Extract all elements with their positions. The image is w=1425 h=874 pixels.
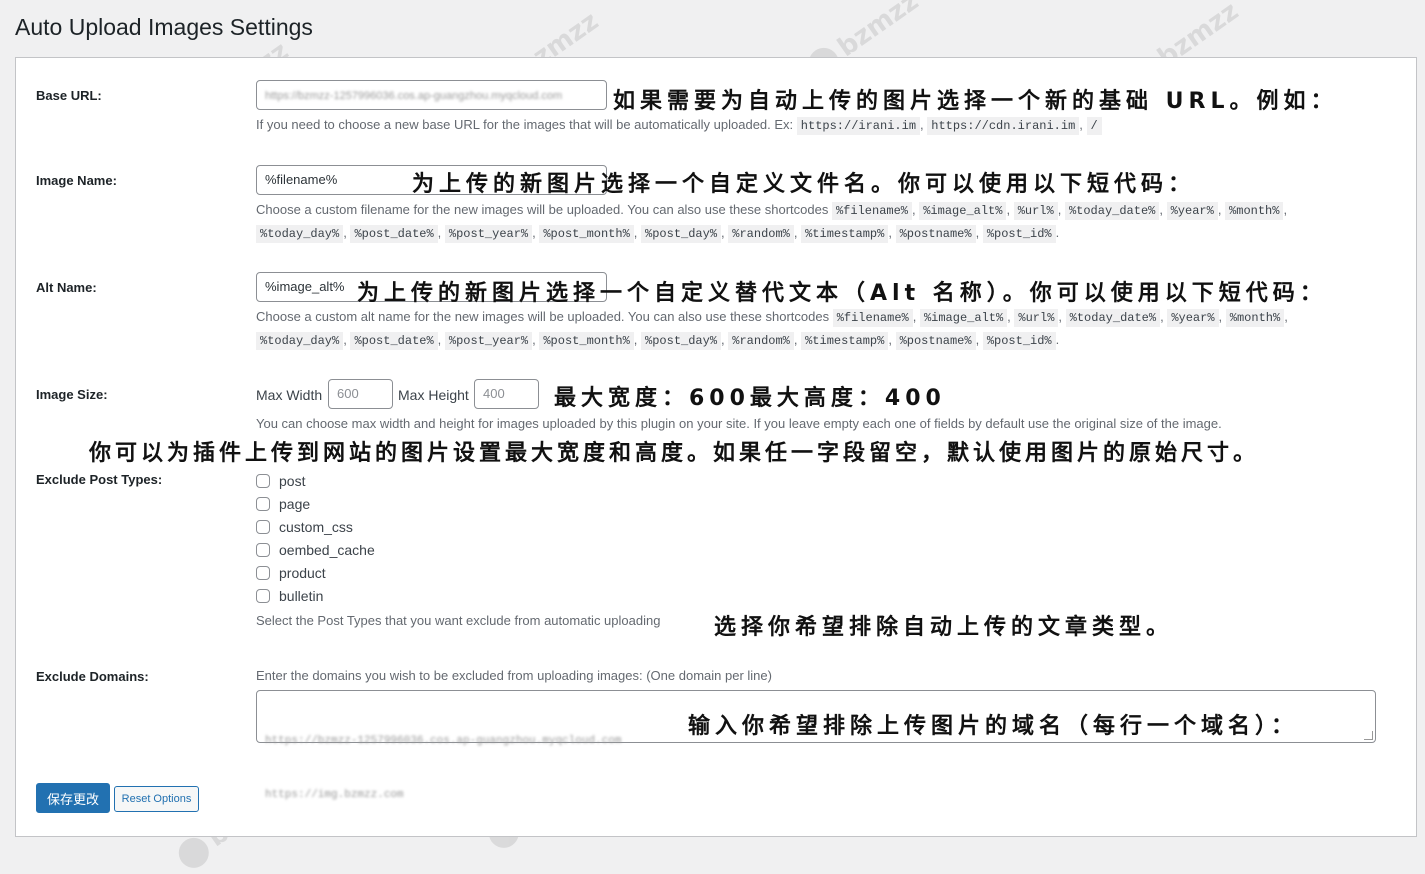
shortcode-code: %random% [728,332,794,350]
shortcode-code: %post_day% [641,225,722,243]
post-type-option[interactable]: product [256,563,326,583]
max-height-label: Max Height [398,387,469,403]
post-type-option[interactable]: bulletin [256,586,323,606]
max-height-input[interactable]: 400 [474,379,539,409]
shortcode-code: %post_id% [982,332,1056,350]
example-code: https://irani.im [796,117,921,135]
shortcode-code: %today_date% [1065,309,1161,327]
page-title: Auto Upload Images Settings [15,14,313,40]
image-name-label: Image Name: [36,173,117,188]
post-type-checkbox[interactable] [256,497,270,511]
shortcode-code: %image_alt% [919,309,1008,327]
post-type-label: product [279,565,326,581]
shortcode-code: %today_date% [1064,202,1160,220]
max-width-label: Max Width [256,387,323,403]
exclude-post-types-description: Select the Post Types that you want excl… [256,613,661,628]
post-type-label: custom_css [279,519,353,535]
image-size-description: You can choose max width and height for … [256,416,1222,431]
exclude-domains-description: Enter the domains you wish to be exclude… [256,668,772,683]
shortcode-code: %post_month% [539,332,634,350]
shortcode-code: %post_date% [350,225,438,243]
post-type-label: post [279,473,306,489]
image-size-label: Image Size: [36,387,108,402]
example-code: https://cdn.irani.im [927,117,1080,135]
post-type-checkbox[interactable] [256,566,270,580]
shortcode-code: %postname% [895,332,976,350]
shortcode-code: %year% [1167,309,1219,327]
exclude-post-types-label: Exclude Post Types: [36,472,163,487]
shortcode-code: %post_date% [350,332,438,350]
post-type-checkbox[interactable] [256,543,270,557]
reset-options-button[interactable]: Reset Options [114,786,199,812]
alt-name-description-text: Choose a custom alt name for the new ima… [256,309,830,324]
base-url-description: If you need to choose a new base URL for… [256,114,1102,137]
domain-line: https://img.bzmzz.com [265,789,404,801]
shortcode-code: %post_id% [982,225,1056,243]
post-type-option[interactable]: page [256,494,310,514]
resize-grip[interactable] [1364,731,1373,740]
base-url-input[interactable]: https://bzmzz-1257996036.cos.ap-guangzho… [256,80,607,110]
max-width-placeholder: 600 [337,386,359,401]
shortcode-code: %post_year% [444,332,533,350]
post-type-label: bulletin [279,588,324,604]
shortcode-code: %url% [1014,309,1059,327]
shortcode-code: %timestamp% [801,225,889,243]
base-url-label: Base URL: [36,88,102,103]
exclude-domains-label: Exclude Domains: [36,669,149,684]
watermark-logo-icon [172,831,215,874]
alt-name-annotation: 为上传的新图片选择一个自定义替代文本（Alt 名称）。你可以使用以下短代码： [357,281,1327,306]
exclude-domains-annotation: 输入你希望排除上传图片的域名（每行一个域名）： [688,714,1299,739]
shortcode-code: %random% [728,225,794,243]
shortcode-code: %post_year% [444,225,533,243]
alt-name-value: %image_alt% [265,279,345,294]
shortcode-code: %url% [1013,202,1058,220]
alt-name-description: Choose a custom alt name for the new ima… [256,306,1376,352]
shortcode-code: %postname% [895,225,976,243]
shortcode-code: %filename% [831,202,912,220]
shortcode-code: %year% [1166,202,1218,220]
image-name-value: %filename% [265,172,338,187]
image-size-annotation-2: 你可以为插件上传到网站的图片设置最大宽度和高度。如果任一字段留空，默认使用图片的… [89,441,1260,466]
save-changes-button[interactable]: 保存更改 [36,783,110,813]
shortcode-code: %post_month% [539,225,634,243]
base-url-annotation: 如果需要为自动上传的图片选择一个新的基础 URL。例如： [613,89,1338,114]
base-url-value: https://bzmzz-1257996036.cos.ap-guangzho… [265,90,563,102]
max-height-placeholder: 400 [483,386,505,401]
shortcode-code: %image_alt% [919,202,1007,220]
alt-name-label: Alt Name: [36,280,97,295]
post-type-option[interactable]: post [256,471,305,491]
post-type-checkbox[interactable] [256,474,270,488]
exclude-post-types-annotation: 选择你希望排除自动上传的文章类型。 [714,615,1174,640]
post-type-checkbox[interactable] [256,589,270,603]
post-type-label: oembed_cache [279,542,375,558]
watermark-text: bzmzz [832,0,925,64]
shortcode-code: %month% [1225,309,1285,327]
post-type-label: page [279,496,311,512]
base-url-description-text: If you need to choose a new base URL for… [256,117,794,132]
shortcode-code: %filename% [832,309,913,327]
image-name-annotation: 为上传的新图片选择一个自定义文件名。你可以使用以下短代码： [412,172,1196,197]
max-width-input[interactable]: 600 [328,379,393,409]
example-code: / [1086,117,1102,135]
image-name-description-text: Choose a custom filename for the new ima… [256,202,829,217]
shortcode-code: %today_day% [256,225,344,243]
image-name-description: Choose a custom filename for the new ima… [256,199,1376,245]
shortcode-code: %month% [1225,202,1284,220]
image-size-annotation: 最大宽度：600最大高度：400 [554,386,946,411]
post-type-option[interactable]: oembed_cache [256,540,375,560]
shortcode-code: %timestamp% [801,332,889,350]
shortcode-code: %post_day% [641,332,722,350]
post-type-checkbox[interactable] [256,520,270,534]
shortcode-code: %today_day% [256,332,344,350]
post-type-option[interactable]: custom_css [256,517,353,537]
